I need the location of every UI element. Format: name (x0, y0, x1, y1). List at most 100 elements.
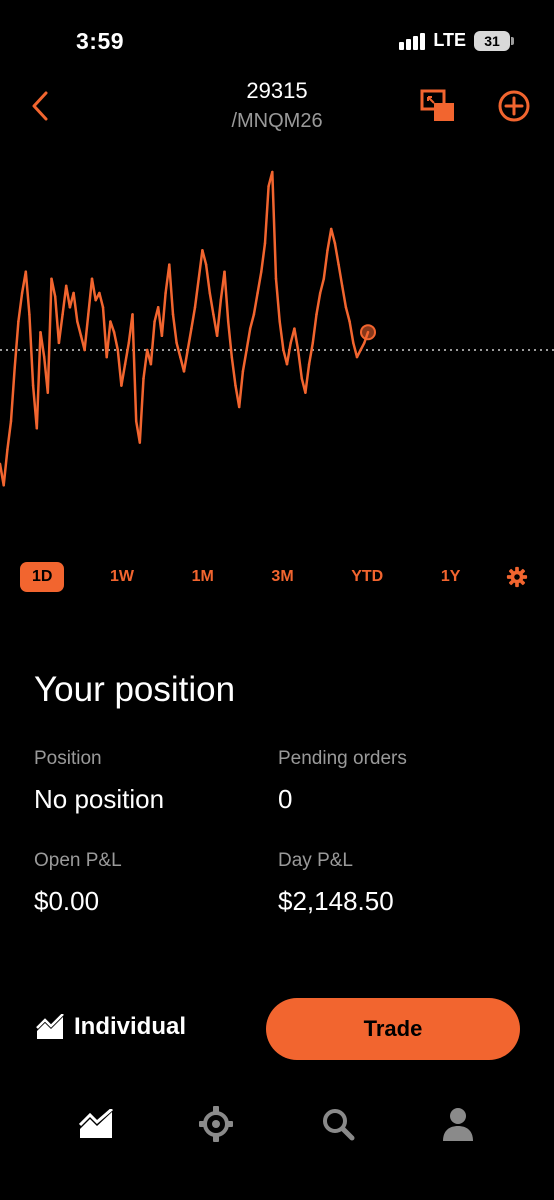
price-segment (322, 249, 329, 281)
contract-symbol: /MNQM26 (231, 110, 323, 132)
price-segment (197, 249, 204, 281)
price-segment (142, 348, 149, 380)
price-segment (315, 291, 322, 316)
price-segment (149, 320, 156, 366)
price-segment (248, 313, 256, 330)
price-segment (64, 284, 72, 309)
price-segment (105, 320, 112, 359)
price-segment (285, 341, 292, 366)
price-segment (348, 320, 355, 345)
price-segment (116, 348, 123, 387)
range-1w[interactable]: 1W (98, 562, 146, 592)
price-segment (87, 277, 94, 316)
price-segment (9, 366, 16, 423)
battery-icon: 31 (474, 30, 514, 51)
price-segment (57, 313, 64, 345)
price-segment (271, 170, 278, 281)
price-segment (208, 291, 215, 316)
price-segment (245, 327, 252, 352)
price-series (0, 170, 370, 487)
trade-button[interactable]: Trade (266, 998, 520, 1060)
price-segment (215, 298, 223, 338)
position-label: Position (34, 748, 102, 769)
price-segment (326, 227, 333, 252)
range-selector: 1D 1W 1M 3M YTD 1Y (20, 560, 534, 594)
investing-icon (79, 1109, 113, 1138)
account-label: Individual (74, 1013, 187, 1040)
day-pl-value: $2,148.50 (278, 886, 394, 916)
price-segment (28, 313, 35, 387)
position-value: No position (34, 784, 165, 814)
price-segment (123, 341, 131, 366)
price-segment (2, 448, 9, 487)
price-segment (296, 348, 304, 380)
price-segment (17, 291, 24, 323)
price-segment (98, 291, 105, 309)
price-segment (252, 291, 259, 316)
search-icon (323, 1109, 355, 1141)
price-segment (168, 263, 175, 316)
price-segment (293, 327, 300, 352)
open-pl-label: Open P&L (34, 850, 122, 871)
range-1y[interactable]: 1Y (429, 562, 473, 592)
price-chart[interactable] (0, 160, 554, 540)
range-1m[interactable]: 1M (180, 562, 226, 592)
signal-icon (399, 32, 426, 50)
last-price-marker (360, 324, 376, 341)
price-segment (35, 330, 42, 430)
add-to-watchlist-button[interactable] (494, 86, 534, 126)
price-segment (76, 320, 83, 338)
price-segment (344, 306, 351, 323)
price-segment (90, 277, 97, 302)
nav-search[interactable] (314, 1100, 362, 1148)
status-time: 3:59 (76, 28, 125, 54)
network-type: LTE (433, 30, 466, 50)
price-segment (13, 320, 20, 370)
price-segment (318, 277, 326, 295)
price-segment (109, 320, 116, 334)
price-segment (131, 313, 138, 423)
price-segment (263, 184, 270, 245)
gear-icon[interactable] (506, 566, 528, 588)
battery-level: 31 (484, 32, 500, 49)
price-segment (226, 320, 234, 359)
price-segment (278, 320, 285, 352)
price-segment (307, 341, 315, 366)
account-selector[interactable]: Individual (36, 1013, 186, 1041)
price-segment (160, 291, 167, 338)
section-title: Your position (34, 670, 236, 709)
nav-crypto[interactable] (192, 1100, 240, 1148)
price-segment (241, 348, 248, 373)
price-segment (304, 362, 311, 394)
page-title: 29315 (246, 78, 308, 103)
day-pl-label: Day P&L (278, 850, 353, 871)
range-1d[interactable]: 1D (20, 562, 65, 592)
price-segment (223, 270, 230, 323)
price-segment (201, 249, 208, 266)
status-indicators: LTE 31 (399, 30, 514, 51)
price-segment (274, 277, 281, 323)
pending-orders-label: Pending orders (278, 748, 407, 769)
range-ytd[interactable]: YTD (339, 562, 395, 592)
plus-circle-icon (498, 90, 530, 122)
price-segment (24, 270, 31, 316)
picture-in-picture-button[interactable] (418, 86, 458, 126)
picture-in-picture-icon (420, 89, 454, 121)
price-segment (72, 291, 79, 323)
price-segment (204, 263, 212, 295)
nav-account[interactable] (434, 1100, 482, 1148)
crypto-icon (199, 1106, 233, 1142)
price-segment (311, 313, 318, 345)
price-segment (53, 295, 61, 345)
price-segment (6, 419, 13, 451)
price-segment (186, 327, 193, 352)
nav-investing[interactable] (72, 1100, 120, 1148)
price-segment (171, 313, 178, 345)
range-3m[interactable]: 3M (259, 562, 305, 592)
price-segment (190, 306, 197, 330)
account-icon (443, 1108, 473, 1141)
price-segment (260, 241, 267, 273)
price-segment (46, 277, 53, 394)
investing-icon (36, 1014, 64, 1039)
price-segment (340, 284, 348, 309)
